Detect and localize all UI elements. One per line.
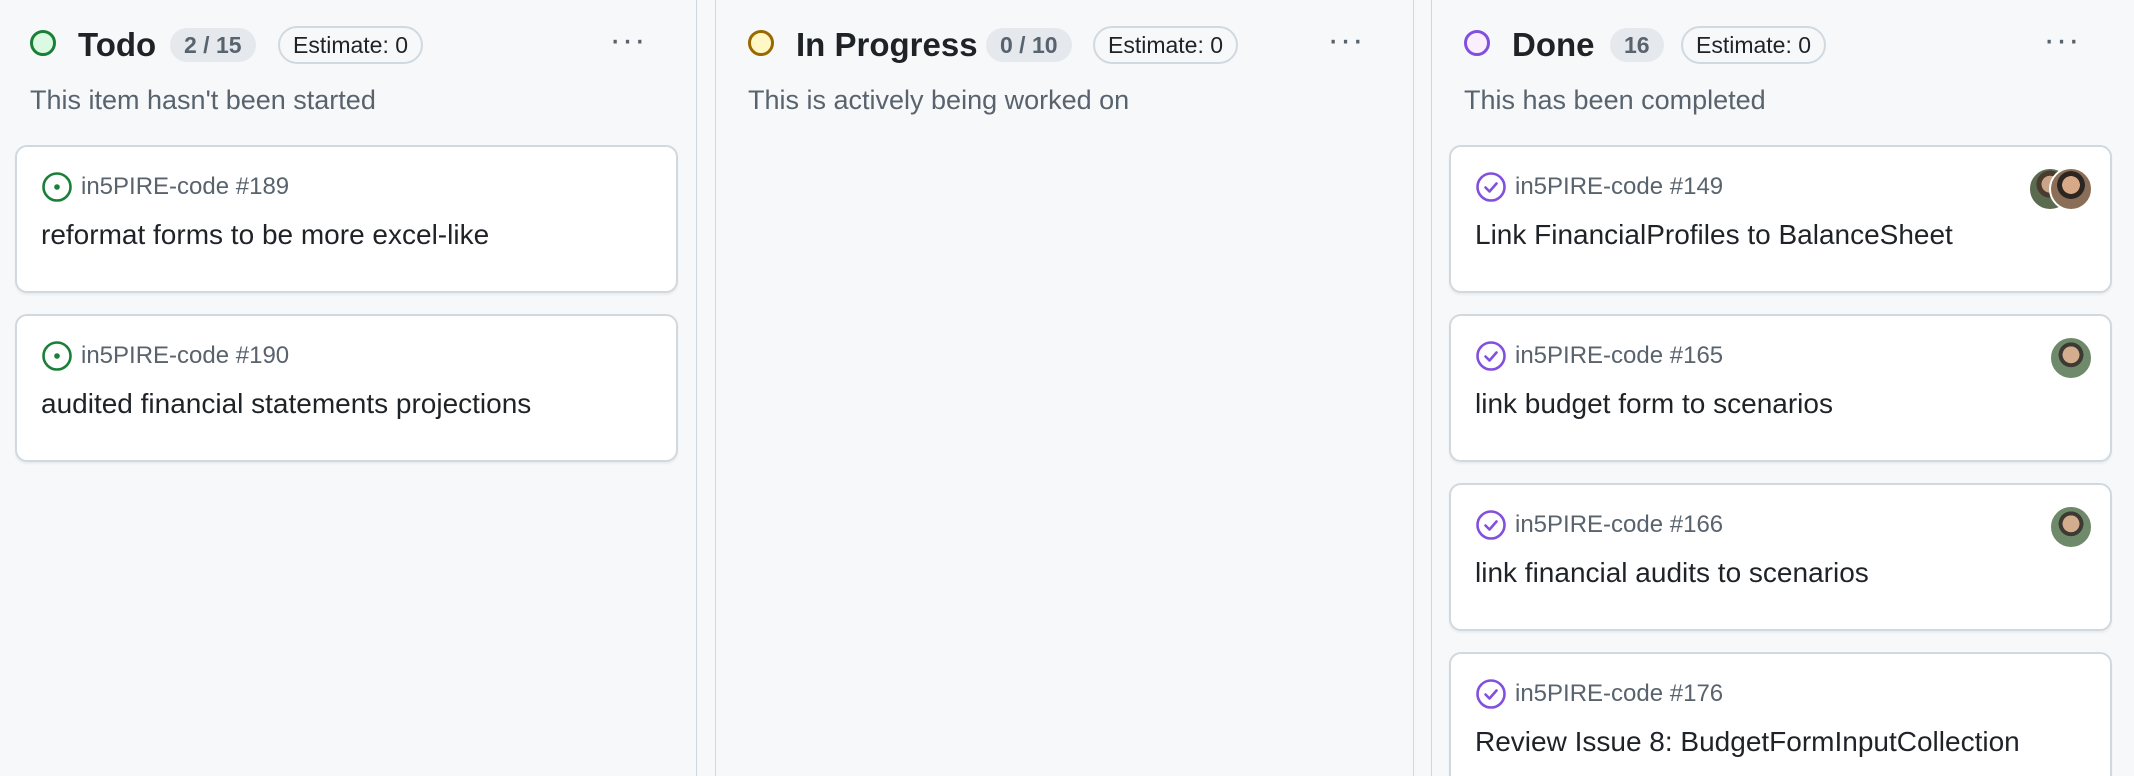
issue-reference-link[interactable]: in5PIRE-code #165 xyxy=(1515,340,1723,372)
issue-title-link[interactable]: link financial audits to scenarios xyxy=(1475,555,1869,591)
column-more-options-button[interactable]: ··· xyxy=(2037,20,2087,60)
issue-closed-icon xyxy=(1476,172,1506,202)
issue-opened-icon xyxy=(42,341,72,371)
issue-title-link[interactable]: reformat forms to be more excel-like xyxy=(41,217,489,253)
column-header: In Progress 0 / 10 Estimate: 0 ··· xyxy=(716,22,1413,72)
column-description: This is actively being worked on xyxy=(748,85,1130,115)
issue-card[interactable]: in5PIRE-code #166 link financial audits … xyxy=(1449,483,2112,631)
issue-reference-link[interactable]: in5PIRE-code #189 xyxy=(81,171,289,203)
column-in-progress: In Progress 0 / 10 Estimate: 0 ··· This … xyxy=(715,0,1414,776)
issue-card[interactable]: in5PIRE-code #190 audited financial stat… xyxy=(15,314,678,462)
column-title: In Progress xyxy=(796,26,978,63)
issue-card[interactable]: in5PIRE-code #165 link budget form to sc… xyxy=(1449,314,2112,462)
issue-reference-link[interactable]: in5PIRE-code #166 xyxy=(1515,509,1723,541)
item-count-badge: 2 / 15 xyxy=(170,28,256,62)
issue-title-link[interactable]: audited financial statements projections xyxy=(41,386,531,422)
status-todo-icon xyxy=(30,30,56,56)
issue-card[interactable]: in5PIRE-code #176 Review Issue 8: Budget… xyxy=(1449,652,2112,776)
column-more-options-button[interactable]: ··· xyxy=(603,20,653,60)
assignee-avatar[interactable] xyxy=(2049,336,2093,380)
issue-closed-icon xyxy=(1476,510,1506,540)
issue-reference-link[interactable]: in5PIRE-code #190 xyxy=(81,340,289,372)
column-description: This has been completed xyxy=(1464,85,1766,115)
column-more-options-button[interactable]: ··· xyxy=(1321,20,1371,60)
column-header: Todo 2 / 15 Estimate: 0 ··· xyxy=(0,22,696,72)
column-title: Done xyxy=(1512,26,1595,63)
issue-opened-icon xyxy=(42,172,72,202)
item-count-badge: 16 xyxy=(1610,28,1664,62)
status-in-progress-icon xyxy=(748,30,774,56)
issue-card[interactable]: in5PIRE-code #189 reformat forms to be m… xyxy=(15,145,678,293)
item-count-badge: 0 / 10 xyxy=(986,28,1072,62)
issue-title-link[interactable]: Link FinancialProfiles to BalanceSheet xyxy=(1475,217,1953,253)
assignee-avatar[interactable] xyxy=(2049,167,2093,211)
issue-title-link[interactable]: link budget form to scenarios xyxy=(1475,386,1833,422)
issue-reference-link[interactable]: in5PIRE-code #176 xyxy=(1515,678,1723,710)
column-title: Todo xyxy=(78,26,157,63)
column-done: Done 16 Estimate: 0 ··· This has been co… xyxy=(1431,0,2134,776)
estimate-pill: Estimate: 0 xyxy=(278,26,424,64)
assignee-avatar[interactable] xyxy=(2049,505,2093,549)
column-todo: Todo 2 / 15 Estimate: 0 ··· This item ha… xyxy=(0,0,697,776)
issue-reference-link[interactable]: in5PIRE-code #149 xyxy=(1515,171,1723,203)
estimate-pill: Estimate: 0 xyxy=(1681,26,1827,64)
column-description: This item hasn't been started xyxy=(30,85,376,115)
issue-closed-icon xyxy=(1476,341,1506,371)
issue-card[interactable]: in5PIRE-code #149 Link FinancialProfiles… xyxy=(1449,145,2112,293)
issue-title-link[interactable]: Review Issue 8: BudgetFormInputCollectio… xyxy=(1475,724,2020,760)
column-header: Done 16 Estimate: 0 ··· xyxy=(1432,22,2134,72)
status-done-icon xyxy=(1464,30,1490,56)
issue-closed-icon xyxy=(1476,679,1506,709)
estimate-pill: Estimate: 0 xyxy=(1093,26,1239,64)
